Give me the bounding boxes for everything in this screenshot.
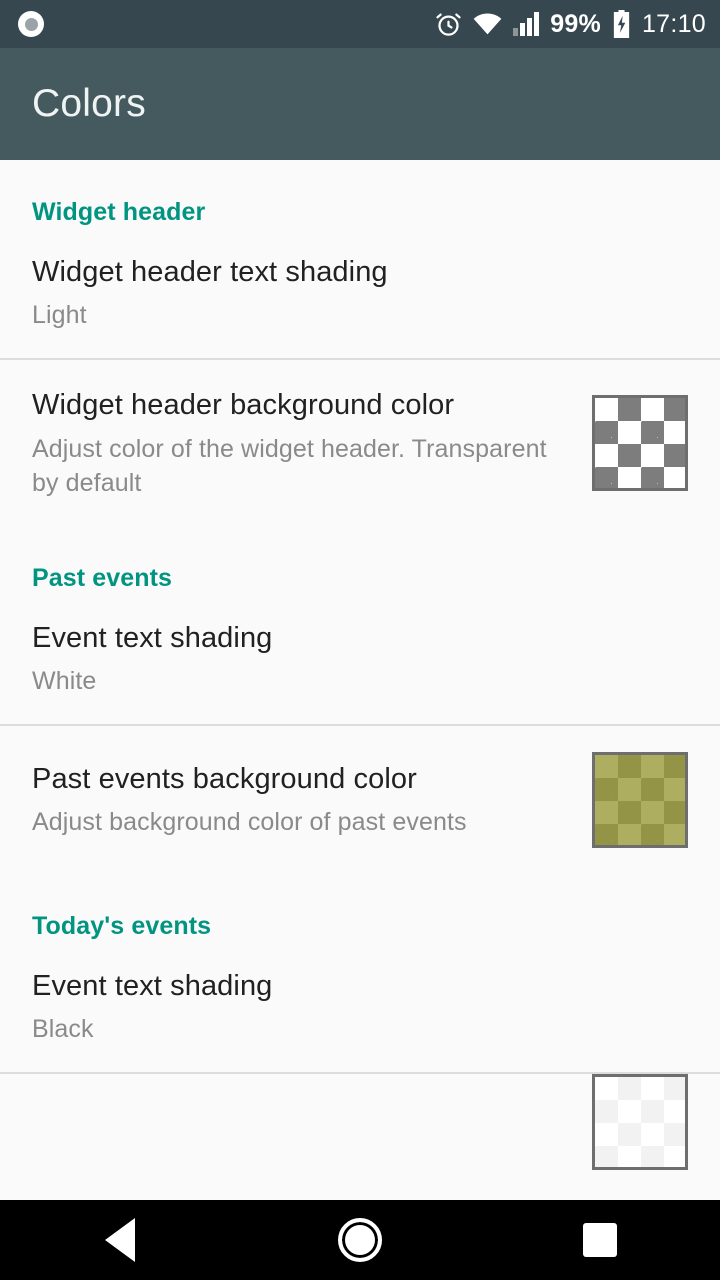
preference-subtitle: Adjust background color of past events: [32, 808, 467, 837]
recents-button[interactable]: [540, 1200, 660, 1280]
section-header-widget-header: Widget header: [32, 198, 206, 226]
navigation-bar: [0, 1200, 720, 1280]
color-tint: [595, 1077, 685, 1168]
color-tint: [595, 754, 685, 845]
section-header-todays-events: Today's events: [32, 911, 212, 940]
cellular-signal-icon: [513, 12, 540, 36]
todays-events-background-color-swatch[interactable]: [592, 1074, 688, 1171]
preference-row-widget-header-background-color[interactable]: Widget header background color Adjust co…: [0, 360, 720, 525]
status-bar-right: 99% 17:10: [435, 10, 706, 38]
wifi-icon: [473, 12, 502, 36]
preference-list[interactable]: Widget header Widget header text shading…: [0, 160, 720, 1200]
preference-row-past-events-background-color[interactable]: Past events background color Adjust back…: [0, 726, 720, 874]
back-triangle-icon: [105, 1218, 135, 1262]
preference-subtitle: Adjust color of the widget header. Trans…: [32, 434, 547, 497]
preference-title: Widget header text shading: [32, 256, 388, 288]
battery-percentage: 99%: [550, 9, 601, 38]
preference-row-past-event-text-shading[interactable]: Event text shading White: [0, 593, 720, 724]
section-header-past-events: Past events: [32, 563, 173, 592]
home-button[interactable]: [300, 1200, 420, 1280]
row-text: Widget header background color Adjust co…: [32, 386, 592, 499]
preference-row-today-event-text-shading[interactable]: Event text shading Black: [0, 941, 720, 1072]
row-text: Event text shading White: [32, 619, 688, 698]
recents-square-icon: [583, 1223, 617, 1257]
home-circle-icon: [338, 1218, 382, 1262]
app-bar: Colors: [0, 48, 720, 160]
status-bar-left: [18, 11, 44, 37]
row-text: Widget header text shading Light: [32, 253, 688, 332]
status-bar: 99% 17:10: [0, 0, 720, 48]
back-button[interactable]: [60, 1200, 180, 1280]
widget-header-background-color-swatch[interactable]: [592, 394, 688, 491]
row-text: Past events background color Adjust back…: [32, 760, 592, 839]
preference-title: Past events background color: [32, 763, 417, 796]
row-text: Event text shading Black: [32, 967, 688, 1046]
past-events-background-color-swatch[interactable]: [592, 751, 688, 848]
preference-row-todays-events-background-color[interactable]: [0, 1074, 720, 1171]
preference-row-widget-header-text-shading[interactable]: Widget header text shading Light: [0, 227, 720, 358]
preference-title: Event text shading: [32, 621, 273, 654]
alarm-clock-icon: [435, 11, 462, 38]
preference-title: Widget header background color: [32, 389, 455, 422]
device-screen: 99% 17:10 Colors Widget header Widget he…: [0, 0, 720, 1280]
circle-notification-icon: [18, 11, 44, 37]
preference-subtitle: White: [32, 666, 97, 695]
preference-subtitle: Black: [32, 1015, 94, 1044]
page-title: Colors: [32, 82, 146, 125]
preference-title: Event text shading: [32, 969, 273, 1002]
clock-time: 17:10: [641, 9, 706, 38]
preference-subtitle: Light: [32, 301, 87, 330]
battery-charging-icon: [612, 10, 631, 38]
color-tint: [595, 398, 685, 488]
